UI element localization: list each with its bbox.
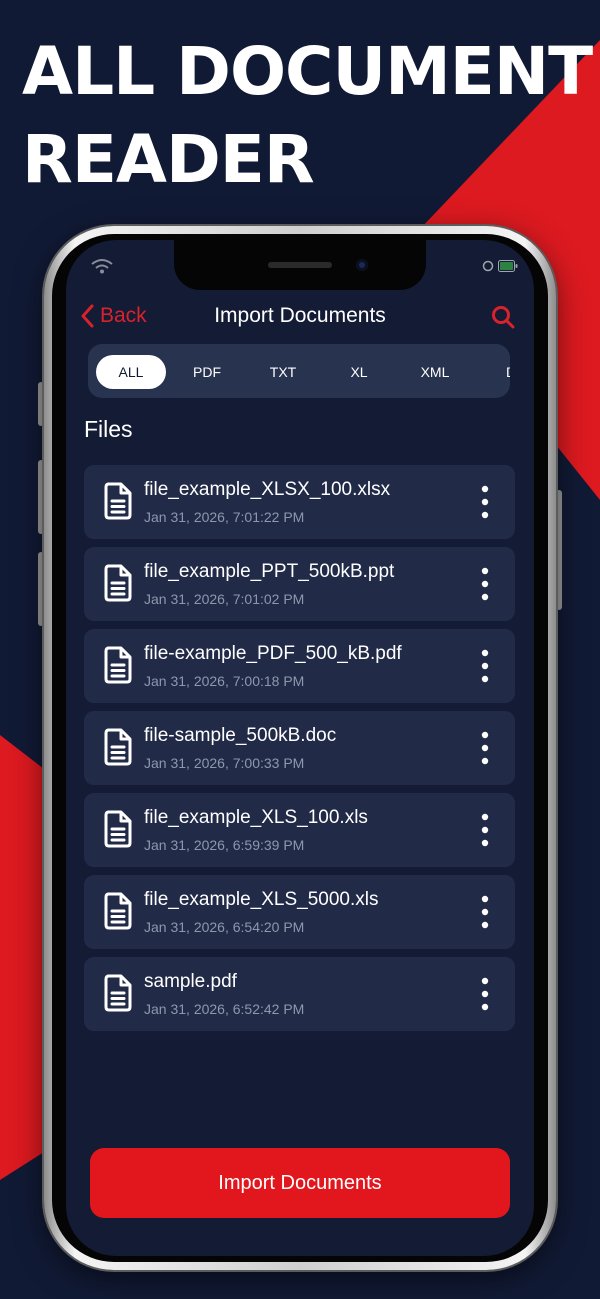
front-camera [356,259,368,271]
promo-headline: ALL DOCUMENT READER [22,28,593,204]
file-list-item[interactable]: file_example_XLS_5000.xls Jan 31, 2026, … [84,875,515,949]
file-date: Jan 31, 2026, 6:59:39 PM [144,837,305,853]
page-title: Import Documents [214,304,386,327]
file-name: file-example_PDF_500_kB.pdf [144,643,402,664]
more-options-icon[interactable] [475,649,495,683]
file-date: Jan 31, 2026, 7:00:18 PM [144,673,305,689]
file-name: sample.pdf [144,971,237,992]
rotation-lock-icon [482,260,494,272]
file-date: Jan 31, 2026, 7:00:33 PM [144,755,305,771]
promo-line-1: ALL DOCUMENT [22,33,593,110]
file-list-item[interactable]: file-sample_500kB.doc Jan 31, 2026, 7:00… [84,711,515,785]
file-name: file_example_PPT_500kB.ppt [144,561,395,582]
more-options-icon[interactable] [475,567,495,601]
search-icon[interactable] [490,304,516,330]
document-icon [104,974,132,1012]
navigation-bar: Back Import Documents [66,294,534,338]
speaker-grille [268,262,332,268]
wifi-icon [91,259,113,274]
file-date: Jan 31, 2026, 6:52:42 PM [144,1001,305,1017]
promo-line-2: READER [22,121,315,198]
more-options-icon[interactable] [475,813,495,847]
import-documents-button[interactable]: Import Documents [90,1148,510,1218]
more-options-icon[interactable] [475,731,495,765]
file-date: Jan 31, 2026, 7:01:22 PM [144,509,305,525]
tab-txt[interactable]: TXT [248,355,318,389]
tab-pdf[interactable]: PDF [172,355,242,389]
document-icon [104,728,132,766]
file-name: file_example_XLS_100.xls [144,807,368,828]
file-list-item[interactable]: sample.pdf Jan 31, 2026, 6:52:42 PM [84,957,515,1031]
file-list-item[interactable]: file_example_XLS_100.xls Jan 31, 2026, 6… [84,793,515,867]
document-icon [104,564,132,602]
filter-tabs: ALL PDF TXT XL XML D [88,344,510,398]
document-icon [104,646,132,684]
document-icon [104,892,132,930]
file-list: file_example_XLSX_100.xlsx Jan 31, 2026,… [84,465,515,1039]
tab-xl[interactable]: XL [324,355,394,389]
app-screen: Back Import Documents ALL PDF TXT XL XML… [66,240,534,1256]
battery-icon [498,260,518,272]
file-name: file_example_XLSX_100.xlsx [144,479,391,500]
phone-notch [174,240,426,290]
tab-doc[interactable]: D [476,355,510,389]
file-list-item[interactable]: file_example_XLSX_100.xlsx Jan 31, 2026,… [84,465,515,539]
file-date: Jan 31, 2026, 6:54:20 PM [144,919,305,935]
file-name: file-sample_500kB.doc [144,725,337,746]
file-name: file_example_XLS_5000.xls [144,889,379,910]
document-icon [104,482,132,520]
status-indicators [482,260,518,272]
file-date: Jan 31, 2026, 7:01:02 PM [144,591,305,607]
more-options-icon[interactable] [475,485,495,519]
file-list-item[interactable]: file-example_PDF_500_kB.pdf Jan 31, 2026… [84,629,515,703]
more-options-icon[interactable] [475,895,495,929]
phone-power-button [556,490,562,610]
tab-xml[interactable]: XML [400,355,470,389]
files-section-title: Files [84,416,133,442]
more-options-icon[interactable] [475,977,495,1011]
tab-all[interactable]: ALL [96,355,166,389]
document-icon [104,810,132,848]
file-list-item[interactable]: file_example_PPT_500kB.ppt Jan 31, 2026,… [84,547,515,621]
